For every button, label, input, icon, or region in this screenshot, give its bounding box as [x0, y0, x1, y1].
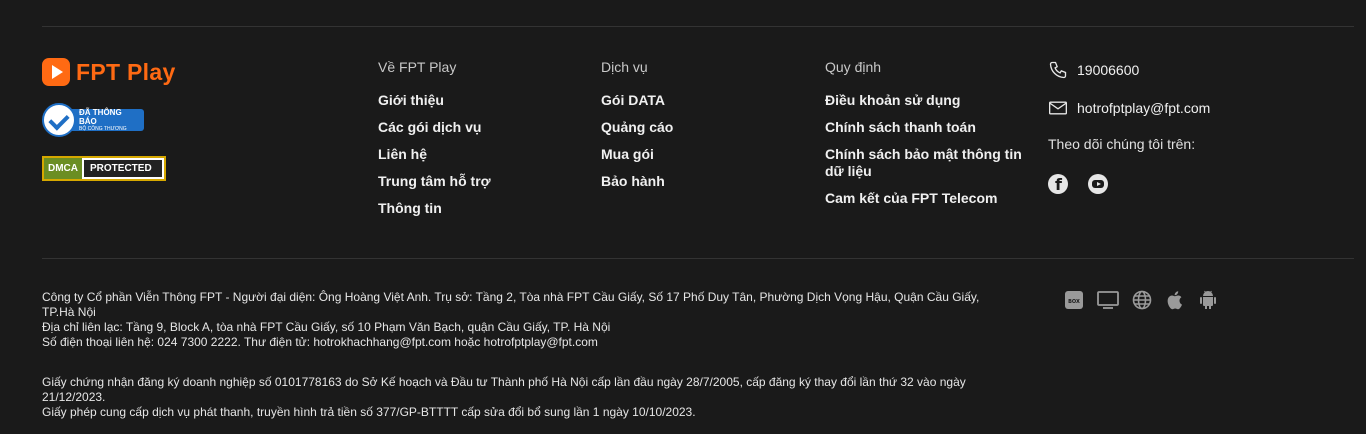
- company-line: Công ty Cổ phần Viễn Thông FPT - Người đ…: [42, 290, 980, 319]
- bct-line2: BỘ CÔNG THƯƠNG: [79, 125, 127, 132]
- box-label: BOX: [1068, 299, 1080, 305]
- license-line-2: Giấy phép cung cấp dịch vụ phát thanh, t…: [42, 405, 696, 419]
- dmca-right: PROTECTED: [84, 160, 162, 177]
- link-chinh-sach-bao-mat[interactable]: Chính sách bảo mật thông tin dữ liệu: [825, 146, 1025, 180]
- top-divider: [42, 26, 1354, 27]
- contact-block: 19006600 hotrofptplay@fpt.com Theo dõi c…: [1048, 59, 1210, 194]
- follow-label: Theo dõi chúng tôi trên:: [1048, 136, 1196, 152]
- fpt-play-logo[interactable]: FPT Play: [42, 58, 176, 86]
- link-gioi-thieu[interactable]: Giới thiệu: [378, 92, 491, 109]
- middle-divider: [42, 258, 1354, 259]
- link-dieu-khoan[interactable]: Điều khoản sử dụng: [825, 92, 1025, 109]
- license-line-1: Giấy chứng nhận đăng ký doanh nghiệp số …: [42, 375, 966, 404]
- column-title: Quy định: [825, 59, 882, 75]
- dmca-badge[interactable]: DMCA PROTECTED: [42, 156, 166, 181]
- column-title: Dịch vụ: [601, 59, 648, 75]
- column-title: Về FPT Play: [378, 59, 457, 75]
- link-cac-goi-dich-vu[interactable]: Các gói dịch vụ: [378, 119, 491, 136]
- link-lien-he[interactable]: Liên hệ: [378, 146, 491, 163]
- bct-line1: ĐÃ THÔNG BÁO: [79, 107, 122, 126]
- mail-icon: [1049, 101, 1067, 115]
- link-mua-goi[interactable]: Mua gói: [601, 146, 673, 163]
- company-info: Công ty Cổ phần Viễn Thông FPT - Người đ…: [42, 290, 1002, 350]
- youtube-icon[interactable]: [1088, 174, 1108, 194]
- phone-number: 19006600: [1077, 62, 1140, 78]
- dmca-left: DMCA: [44, 158, 82, 179]
- link-chinh-sach-thanh-toan[interactable]: Chính sách thanh toán: [825, 119, 1025, 136]
- web-icon[interactable]: [1132, 290, 1152, 310]
- bct-label: ĐÃ THÔNG BÁO BỘ CÔNG THƯƠNG: [70, 107, 144, 132]
- tv-icon[interactable]: [1097, 290, 1119, 310]
- link-thong-tin[interactable]: Thông tin: [378, 200, 491, 217]
- social-links: [1048, 174, 1210, 194]
- logo-text: FPT Play: [76, 58, 176, 85]
- license-info: Giấy chứng nhận đăng ký doanh nghiệp số …: [42, 375, 1002, 420]
- phone-row[interactable]: 19006600: [1048, 59, 1210, 81]
- platform-icons: BOX: [1064, 290, 1218, 310]
- column-about: Về FPT Play Giới thiệu Các gói dịch vụ L…: [378, 59, 491, 227]
- brand-block: FPT Play ĐÃ THÔNG BÁO BỘ CÔNG THƯƠNG DMC…: [42, 58, 176, 181]
- checkmark-icon: [42, 103, 76, 137]
- column-services: Dịch vụ Gói DATA Quảng cáo Mua gói Bảo h…: [601, 59, 673, 200]
- bct-registered-badge[interactable]: ĐÃ THÔNG BÁO BỘ CÔNG THƯƠNG: [42, 101, 144, 139]
- android-icon[interactable]: [1198, 290, 1218, 310]
- link-cam-ket[interactable]: Cam kết của FPT Telecom: [825, 190, 1025, 207]
- link-quang-cao[interactable]: Quảng cáo: [601, 119, 673, 136]
- facebook-icon[interactable]: [1048, 174, 1068, 194]
- phone-email-line: Số điện thoại liên hệ: 024 7300 2222. Th…: [42, 335, 598, 349]
- address-line: Địa chỉ liên lạc: Tầng 9, Block A, tòa n…: [42, 320, 611, 334]
- email-address: hotrofptplay@fpt.com: [1077, 100, 1211, 116]
- phone-icon: [1049, 61, 1067, 79]
- email-row[interactable]: hotrofptplay@fpt.com: [1048, 97, 1210, 119]
- play-logo-icon: [42, 58, 70, 86]
- link-bao-hanh[interactable]: Bảo hành: [601, 173, 673, 190]
- column-policies: Quy định Điều khoản sử dụng Chính sách t…: [825, 59, 1025, 217]
- box-icon[interactable]: BOX: [1064, 290, 1084, 310]
- link-goi-data[interactable]: Gói DATA: [601, 92, 673, 109]
- link-trung-tam-ho-tro[interactable]: Trung tâm hỗ trợ: [378, 173, 491, 190]
- apple-icon[interactable]: [1165, 290, 1185, 310]
